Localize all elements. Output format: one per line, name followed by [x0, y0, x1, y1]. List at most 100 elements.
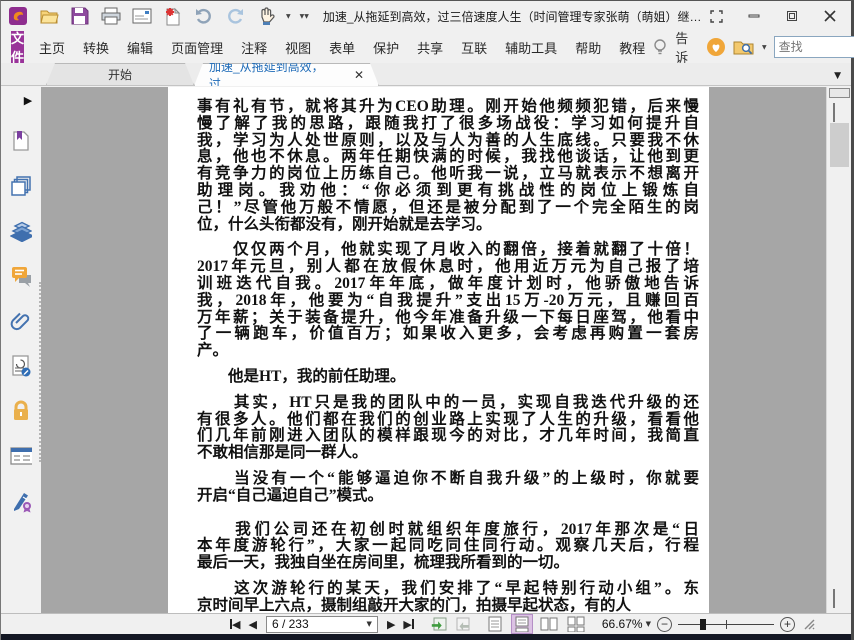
zoom-in-button[interactable]: + — [779, 616, 795, 632]
redo-icon[interactable] — [224, 5, 246, 27]
continuous-facing-layout-icon[interactable] — [566, 615, 586, 633]
certificates-panel-icon[interactable] — [10, 355, 32, 377]
hand-tool-icon[interactable] — [255, 5, 277, 27]
close-icon[interactable] — [821, 7, 839, 25]
menu-right-tools: 告诉 ▼ ▼ ❮ ▶ — [652, 28, 854, 66]
menu-item[interactable]: 注释 — [234, 33, 274, 62]
text-line: 其实，HT只是我的团队中的一员，实现自我迭代升级的还 — [197, 393, 699, 411]
menu-item[interactable]: 转换 — [76, 33, 116, 62]
scroll-up-icon[interactable] — [833, 103, 835, 123]
text-line: 本年度游轮行”，大家一起同吃同住同行动。观察几天后，行程 — [197, 537, 699, 555]
title-bar: ▼ ▼▼ 加速_从拖延到高效，过三倍速度人生（时间管理专家张萌（萌姐）继《人生效… — [1, 1, 851, 31]
text-line: 当没有一个“能够逼迫你不断自我升级”的上级时，你就要 — [197, 469, 699, 487]
menu-item[interactable]: 保护 — [366, 33, 406, 62]
heart-icon[interactable] — [706, 37, 726, 57]
facing-layout-icon[interactable] — [539, 615, 559, 633]
next-view-icon[interactable] — [455, 616, 473, 632]
page-number-box[interactable]: 6 / 233 ▼ — [265, 615, 378, 633]
bookmarks-panel-icon[interactable] — [10, 130, 32, 152]
text-line: 事有礼有节，就将其升为CEO助理。刚开始他频频犯错，后来慢 — [197, 98, 699, 115]
single-page-layout-icon[interactable] — [485, 615, 505, 633]
text-line: 我，学习为人处世原则，以及与人为善的人生底线。只要我不休 — [197, 131, 699, 149]
folder-search-dropdown-icon[interactable]: ▼ — [762, 44, 767, 51]
document-text: 事有礼有节，就将其升为CEO助理。刚开始他频频犯错，后来慢 慢了解了我的思路，跟随… — [168, 87, 709, 613]
menu-item[interactable]: 页面管理 — [164, 33, 230, 62]
folder-search-icon[interactable] — [733, 38, 755, 56]
page-thumbnails-panel-icon[interactable] — [10, 175, 32, 197]
menu-item[interactable]: 主页 — [32, 33, 72, 62]
text-line: 有竞争力的岗位上历练自己。他听我一说，立马就表示不想离开 — [197, 165, 699, 183]
foxit-logo-icon[interactable] — [7, 5, 29, 27]
first-page-button[interactable]: ◀ — [230, 618, 240, 631]
pdf-page[interactable]: 事有礼有节，就将其升为CEO助理。刚开始他频频犯错，后来慢 慢了解了我的思路，跟随… — [168, 87, 709, 613]
open-file-icon[interactable] — [38, 5, 60, 27]
undo-icon[interactable] — [193, 5, 215, 27]
tab-document-active[interactable]: 加速_从拖延到高效，过… ✕ — [194, 63, 379, 86]
expand-panel-icon[interactable]: ▶ — [24, 94, 32, 107]
signatures-panel-icon[interactable] — [10, 490, 32, 513]
menu-items: 主页 转换 编辑 页面管理 注释 视图 表单 保护 共享 互联 辅助工具 帮助 教程 — [32, 33, 652, 62]
menu-item[interactable]: 视图 — [278, 33, 318, 62]
hand-tool-dropdown-icon[interactable]: ▼ — [286, 13, 291, 20]
menu-item[interactable]: 教程 — [612, 33, 652, 62]
previous-page-button[interactable]: ◀ — [248, 618, 256, 631]
attachments-panel-icon[interactable] — [10, 310, 32, 332]
search-input[interactable] — [778, 40, 854, 54]
split-view-handle[interactable] — [829, 88, 850, 98]
comments-panel-icon[interactable] — [10, 265, 32, 287]
new-document-icon[interactable] — [162, 5, 184, 27]
print-icon[interactable] — [100, 5, 122, 27]
zoom-level-value[interactable]: 66.67% — [602, 617, 643, 631]
menu-item[interactable]: 辅助工具 — [498, 33, 564, 62]
email-icon[interactable] — [131, 5, 153, 27]
menu-item[interactable]: 共享 — [410, 33, 450, 62]
layers-panel-icon[interactable] — [10, 220, 32, 242]
fullscreen-icon[interactable] — [707, 7, 725, 25]
text-line: 了一辆跑车，价值百万；如果收入更多，会考虑再购置一套房 — [197, 325, 699, 343]
app-window: ▼ ▼▼ 加速_从拖延到高效，过三倍速度人生（时间管理专家张萌（萌姐）继《人生效… — [0, 0, 854, 640]
text-line: 产。 — [197, 342, 229, 360]
menu-item[interactable]: 帮助 — [568, 33, 608, 62]
lightbulb-icon[interactable] — [652, 38, 668, 56]
menu-item[interactable]: 表单 — [322, 33, 362, 62]
text-line: 不敢相信那是同一群人。 — [197, 444, 368, 462]
previous-view-icon[interactable] — [430, 616, 448, 632]
zoom-slider[interactable] — [677, 617, 774, 632]
search-box[interactable] — [773, 36, 854, 58]
zoom-dropdown-icon[interactable]: ▼ — [646, 620, 651, 628]
file-menu-button[interactable]: 文件 — [11, 31, 25, 65]
paragraph: 这次游轮行的某天，我们安排了“早起特别行动小组”。东 京时间早上六点，摄制组敲开大… — [197, 579, 699, 613]
security-panel-icon[interactable] — [10, 400, 32, 422]
text-line: 我，2018年，他要为“自我提升”支出15万-20万元，且赚回百 — [197, 291, 699, 309]
window-controls — [707, 7, 845, 25]
status-bar: ◀ ◀ 6 / 233 ▼ ▶ ▶ 66.67% ▼ − + — [1, 613, 851, 634]
zoom-slider-handle[interactable] — [699, 618, 706, 630]
document-view[interactable]: 事有礼有节，就将其升为CEO助理。刚开始他频频犯错，后来慢 慢了解了我的思路，跟随… — [41, 87, 851, 613]
customize-toolbar-icon[interactable]: ▼▼ — [300, 13, 309, 20]
paragraph: 我们公司还在初创时就组织年度旅行，2017年那次是“日 本年度游轮行”，大家一起同… — [197, 521, 699, 572]
minimize-icon[interactable] — [745, 7, 763, 25]
vertical-scrollbar[interactable] — [826, 87, 851, 613]
scrollbar-thumb[interactable] — [830, 123, 849, 167]
next-page-button[interactable]: ▶ — [387, 618, 395, 631]
page-dropdown-icon[interactable]: ▼ — [367, 620, 372, 628]
restore-icon[interactable] — [783, 7, 801, 25]
text-line: 慢了解了我的思路，跟随我打了很多场战役：学习如何提升自 — [197, 114, 699, 132]
tab-close-icon[interactable]: ✕ — [354, 68, 364, 82]
form-fields-panel-icon[interactable] — [10, 445, 32, 467]
continuous-layout-icon[interactable] — [510, 614, 533, 634]
resize-grip-icon[interactable] — [803, 618, 815, 630]
menu-item[interactable]: 编辑 — [120, 33, 160, 62]
paragraph: 事有礼有节，就将其升为CEO助理。刚开始他频频犯错，后来慢 慢了解了我的思路，跟随… — [197, 98, 699, 233]
page-number-value: 6 / 233 — [271, 617, 309, 631]
text-line: 这次游轮行的某天，我们安排了“早起特别行动小组”。东 — [197, 579, 699, 597]
last-page-button[interactable]: ▶ — [403, 618, 414, 631]
tab-list-dropdown-icon[interactable]: ▼ — [834, 71, 851, 81]
zoom-out-button[interactable]: − — [656, 616, 672, 632]
scroll-down-icon[interactable] — [833, 589, 835, 609]
text-line: 开启“自己逼迫自己”模式。 — [197, 486, 384, 504]
save-icon[interactable] — [69, 5, 91, 27]
tab-start[interactable]: 开始 — [46, 63, 194, 85]
tell-me-label[interactable]: 告诉 — [675, 28, 699, 66]
menu-item[interactable]: 互联 — [454, 33, 494, 62]
